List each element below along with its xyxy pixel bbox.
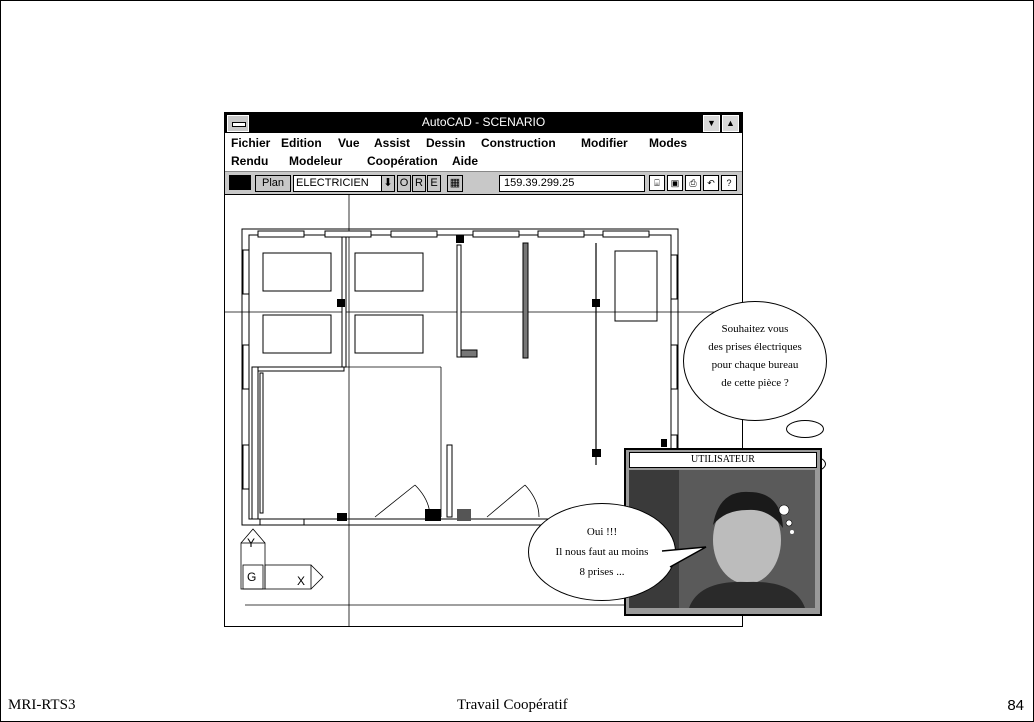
color-swatch[interactable]: [229, 175, 251, 190]
menu-bar-row-1: Fichier Edition Vue Assist Dessin Constr…: [225, 134, 742, 152]
maximize-button[interactable]: ▲: [722, 115, 739, 132]
menu-bar-row-2: Rendu Modeleur Coopération Aide: [225, 152, 742, 170]
answer-line: Il nous faut au moins: [555, 546, 649, 558]
toolbar: Plan ELECTRICIEN ⬇ O R E ▦ 159.39.299.25…: [225, 171, 742, 195]
menu-cooperation[interactable]: Coopération: [367, 154, 438, 168]
question-line: des prises électriques: [708, 341, 802, 353]
menu-modifier[interactable]: Modifier: [581, 136, 628, 150]
plan-button[interactable]: Plan: [255, 175, 291, 192]
layer-select[interactable]: ELECTRICIEN: [293, 175, 382, 192]
question-line: de cette pièce ?: [721, 377, 789, 389]
undo-icon[interactable]: ↶: [703, 175, 719, 191]
menu-modeleur[interactable]: Modeleur: [289, 154, 342, 168]
dropdown-arrow-icon[interactable]: ⬇: [381, 175, 395, 192]
grid-toggle[interactable]: E: [427, 175, 441, 192]
menu-construction[interactable]: Construction: [481, 136, 556, 150]
save-icon[interactable]: ▣: [667, 175, 683, 191]
speech-tail: [661, 546, 707, 568]
question-bubble: Souhaitez vous des prises électriques po…: [683, 301, 827, 421]
question-line: Souhaitez vous: [721, 323, 789, 335]
window-title: AutoCAD - SCENARIO: [421, 115, 546, 129]
help-icon[interactable]: ?: [721, 175, 737, 191]
answer-bubble: Oui !!! Il nous faut au moins 8 prises .…: [528, 503, 676, 601]
ucs-x-label: X: [297, 574, 305, 588]
answer-line: Oui !!!: [586, 526, 618, 538]
footer-title: Travail Coopératif: [457, 697, 568, 713]
footer-course: MRI-RTS3: [8, 697, 76, 713]
print-icon[interactable]: ⎙: [685, 175, 701, 191]
answer-line: 8 prises ...: [579, 566, 625, 578]
menu-aide[interactable]: Aide: [452, 154, 478, 168]
tablet-icon[interactable]: ▦: [447, 175, 463, 192]
menu-modes[interactable]: Modes: [649, 136, 687, 150]
title-bar: AutoCAD - SCENARIO ▼ ▲: [225, 113, 742, 133]
ucs-g-label: G: [247, 570, 256, 584]
toolbar-icon-group: ⌸ ▣ ⎙ ↶ ?: [649, 175, 737, 191]
page-number: 84: [1007, 697, 1024, 714]
coordinates-display: 159.39.299.25: [499, 175, 645, 192]
menu-vue[interactable]: Vue: [338, 136, 360, 150]
question-line: pour chaque bureau: [711, 359, 799, 371]
menu-dessin[interactable]: Dessin: [426, 136, 465, 150]
ortho-toggle[interactable]: O: [397, 175, 411, 192]
menu-edition[interactable]: Edition: [281, 136, 322, 150]
thought-dot-large: [786, 420, 824, 438]
menu-assist[interactable]: Assist: [374, 136, 410, 150]
menu-rendu[interactable]: Rendu: [231, 154, 268, 168]
ucs-y-label: Y: [247, 536, 255, 550]
open-file-icon[interactable]: ⌸: [649, 175, 665, 191]
user-panel-label: UTILISATEUR: [629, 452, 817, 468]
menu-fichier[interactable]: Fichier: [231, 136, 270, 150]
snap-toggle[interactable]: R: [412, 175, 426, 192]
minimize-button[interactable]: ▼: [703, 115, 720, 132]
